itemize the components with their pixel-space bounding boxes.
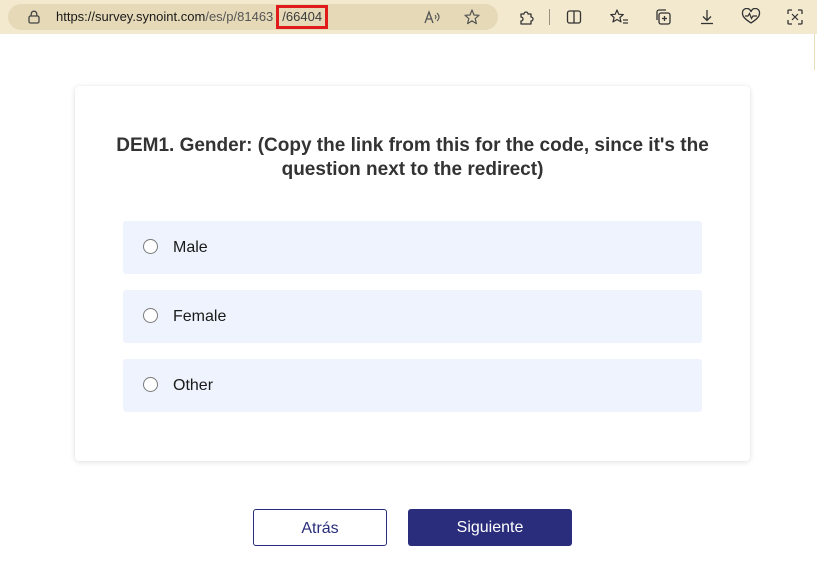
option-other[interactable]: Other bbox=[123, 359, 702, 412]
lock-icon[interactable] bbox=[26, 9, 42, 25]
question-text: DEM1. Gender: (Copy the link from this f… bbox=[116, 135, 709, 180]
url-host: https://survey.synoint.com bbox=[56, 9, 206, 24]
option-label: Other bbox=[173, 377, 214, 394]
split-screen-icon[interactable] bbox=[564, 7, 584, 27]
next-button[interactable]: Siguiente bbox=[408, 509, 572, 546]
screenshot-icon[interactable] bbox=[785, 7, 805, 27]
radio-button[interactable] bbox=[143, 239, 158, 254]
back-button[interactable]: Atrás bbox=[253, 509, 387, 546]
address-bar[interactable]: https://survey.synoint.com/es/p/81463/66… bbox=[8, 4, 498, 30]
option-label: Female bbox=[173, 308, 227, 325]
read-aloud-icon[interactable] bbox=[423, 8, 441, 26]
downloads-icon[interactable] bbox=[697, 7, 717, 27]
option-male[interactable]: Male bbox=[123, 221, 702, 274]
radio-button[interactable] bbox=[143, 377, 158, 392]
option-label: Male bbox=[173, 239, 208, 256]
survey-card: DEM1. Gender: (Copy the link from this f… bbox=[75, 86, 750, 461]
window-edge bbox=[814, 34, 815, 70]
url-path: /es/p/81463 bbox=[205, 9, 274, 24]
url-text[interactable]: https://survey.synoint.com/es/p/81463/66… bbox=[56, 5, 329, 29]
option-female[interactable]: Female bbox=[123, 290, 702, 343]
favorites-icon[interactable] bbox=[609, 7, 629, 27]
url-highlighted-segment: /66404 bbox=[276, 5, 329, 29]
radio-button[interactable] bbox=[143, 308, 158, 323]
extensions-icon[interactable] bbox=[516, 7, 536, 27]
favorite-star-icon[interactable] bbox=[463, 8, 481, 26]
performance-icon[interactable] bbox=[741, 7, 761, 27]
browser-toolbar: https://survey.synoint.com/es/p/81463/66… bbox=[0, 0, 817, 34]
collections-icon[interactable] bbox=[653, 7, 673, 27]
toolbar-separator bbox=[549, 9, 550, 25]
